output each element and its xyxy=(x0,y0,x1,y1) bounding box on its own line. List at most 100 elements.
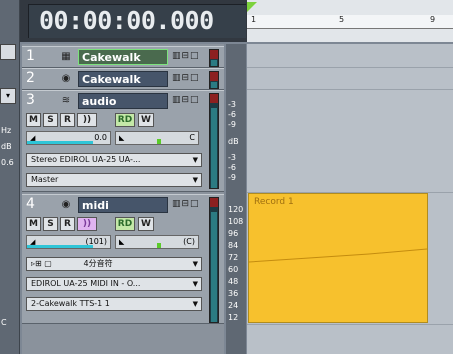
track-number: 4 xyxy=(26,196,35,212)
volume-slider[interactable]: ◢ (101) xyxy=(26,235,111,249)
velocity-tick: 24 xyxy=(228,301,239,310)
output-dropdown[interactable]: 2-Cakewalk TTS-1 1 ▼ xyxy=(26,297,202,311)
record-arm-button[interactable]: R xyxy=(60,113,75,127)
track-view-buttons[interactable]: ▥⊟□ xyxy=(172,73,200,83)
track-name[interactable]: Cakewalk xyxy=(78,49,168,65)
track-3[interactable]: 3 ≋ audio ▥⊟□ M S R )) RD W ◢ 0.0 ◣ C St… xyxy=(22,90,224,192)
strip-box[interactable] xyxy=(0,44,16,60)
track-2[interactable]: 2 ◉ Cakewalk ▥⊟□ xyxy=(22,68,224,90)
timeline-ruler[interactable] xyxy=(247,15,453,29)
solo-button[interactable]: S xyxy=(43,113,58,127)
track-view-buttons[interactable]: ▥⊟□ xyxy=(172,199,200,209)
velocity-tick: 96 xyxy=(228,229,239,238)
echo-button[interactable]: )) xyxy=(77,113,97,127)
strip-label: 0.6 xyxy=(1,158,14,167)
midi-clip[interactable] xyxy=(248,193,428,323)
track-meter xyxy=(209,197,219,323)
input-dropdown[interactable]: EDIROL UA-25 MIDI IN - O... ▼ xyxy=(26,277,202,291)
db-unit: dB xyxy=(228,137,239,146)
automation-line xyxy=(249,248,427,263)
track-meter xyxy=(209,71,219,89)
db-tick: -3 xyxy=(228,100,236,109)
pan-icon: ◣ xyxy=(119,238,125,246)
track-1[interactable]: 1 ▦ Cakewalk ▥⊟□ xyxy=(22,46,224,68)
loop-marker-icon[interactable] xyxy=(247,2,257,12)
read-automation-button[interactable]: RD xyxy=(115,113,135,127)
track-number: 1 xyxy=(26,48,35,64)
volume-level xyxy=(27,141,94,144)
output-label: 2-Cakewalk TTS-1 1 xyxy=(31,299,110,308)
db-tick: -3 xyxy=(228,153,236,162)
chevron-down-icon: ▼ xyxy=(192,156,198,164)
track-meter xyxy=(209,93,219,189)
velocity-tick: 120 xyxy=(228,205,244,214)
velocity-tick: 48 xyxy=(228,277,239,286)
synth-track-icon: ◉ xyxy=(61,73,71,84)
chevron-down-icon: ▼ xyxy=(192,260,198,268)
velocity-tick: 36 xyxy=(228,289,239,298)
track-name[interactable]: midi xyxy=(78,197,168,213)
strip-label: Hz xyxy=(1,126,12,135)
read-automation-button[interactable]: RD xyxy=(115,217,135,231)
db-tick: -6 xyxy=(228,163,236,172)
velocity-tick: 108 xyxy=(228,217,244,226)
track-divider xyxy=(247,89,453,90)
input-dropdown[interactable]: Stereo EDIROL UA-25 UA-... ▼ xyxy=(26,153,202,167)
velocity-tick: 12 xyxy=(228,313,239,322)
write-automation-button[interactable]: W xyxy=(138,113,154,127)
track-meter xyxy=(209,49,219,67)
output-label: Master xyxy=(31,175,59,184)
track-4[interactable]: 4 ◉ midi ▥⊟□ M S R )) RD W ◢ (101) ◣ (C)… xyxy=(22,194,224,324)
quantize-icon: ▹⊞ ▢ xyxy=(31,259,52,268)
timeline-marker: 1 xyxy=(251,15,257,24)
volume-value: 0.0 xyxy=(94,133,107,142)
output-dropdown[interactable]: Master ▼ xyxy=(26,173,202,187)
midi-track-icon: ▦ xyxy=(61,51,71,62)
strip-label: C xyxy=(1,318,7,327)
mute-button[interactable]: M xyxy=(26,113,41,127)
db-tick: -9 xyxy=(228,173,236,182)
track-view-buttons[interactable]: ▥⊟□ xyxy=(172,95,200,105)
quantize-label: 4分音符 xyxy=(83,259,113,268)
time-display[interactable]: 00:00:00.000 xyxy=(28,4,246,38)
mute-button[interactable]: M xyxy=(26,217,41,231)
velocity-tick: 60 xyxy=(228,265,239,274)
track-name[interactable]: Cakewalk xyxy=(78,71,168,87)
input-label: EDIROL UA-25 MIDI IN - O... xyxy=(31,279,141,288)
pan-indicator xyxy=(157,139,161,144)
pan-slider[interactable]: ◣ C xyxy=(115,131,199,145)
strip-dropdown[interactable]: ▾ xyxy=(0,88,16,104)
chevron-down-icon: ▼ xyxy=(192,176,198,184)
write-automation-button[interactable]: W xyxy=(138,217,154,231)
pan-value: (C) xyxy=(183,237,195,246)
clip-label: Record 1 xyxy=(254,197,294,207)
pan-slider[interactable]: ◣ (C) xyxy=(115,235,199,249)
volume-level xyxy=(27,245,94,248)
pan-icon: ◣ xyxy=(119,134,125,142)
chevron-down-icon: ▼ xyxy=(192,300,198,308)
left-strip: ▾ Hz dB 0.6 C xyxy=(0,0,20,354)
midi-echo-button[interactable]: )) xyxy=(77,217,97,231)
track-divider xyxy=(247,324,453,325)
velocity-tick: 72 xyxy=(228,253,239,262)
solo-button[interactable]: S xyxy=(43,217,58,231)
track-divider xyxy=(247,67,453,68)
timeline-marker: 9 xyxy=(430,15,436,24)
velocity-tick: 84 xyxy=(228,241,239,250)
db-tick: -9 xyxy=(228,120,236,129)
timeline-marker: 5 xyxy=(339,15,345,24)
volume-slider[interactable]: ◢ 0.0 xyxy=(26,131,111,145)
db-tick: -6 xyxy=(228,110,236,119)
input-label: Stereo EDIROL UA-25 UA-... xyxy=(31,155,141,164)
strip-label: dB xyxy=(1,142,12,151)
record-arm-button[interactable]: R xyxy=(60,217,75,231)
synth-track-icon: ◉ xyxy=(61,199,71,210)
audio-waveform-icon: ≋ xyxy=(61,95,71,106)
track-name[interactable]: audio xyxy=(78,93,168,109)
track-view-buttons[interactable]: ▥⊟□ xyxy=(172,51,200,61)
track-number: 2 xyxy=(26,70,35,86)
track-number: 3 xyxy=(26,92,35,108)
chevron-down-icon: ▼ xyxy=(192,280,198,288)
pan-value: C xyxy=(189,133,195,142)
quantize-dropdown[interactable]: ▹⊞ ▢ 4分音符 ▼ xyxy=(26,257,202,271)
